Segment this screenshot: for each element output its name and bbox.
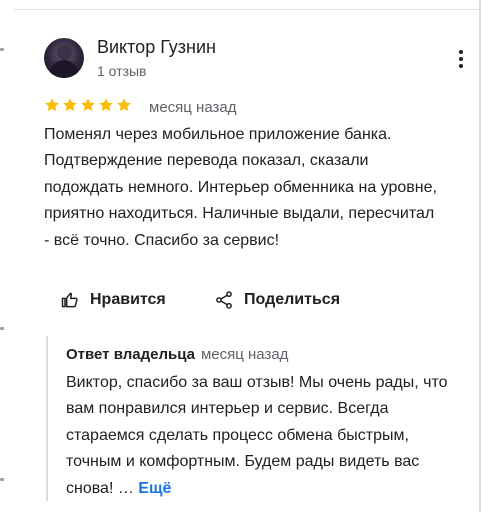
more-dot-icon — [459, 57, 463, 61]
owner-reply-header: Ответ владельца месяц назад — [66, 346, 288, 363]
share-label: Поделиться — [244, 291, 341, 308]
edge-mark — [0, 327, 4, 330]
edge-mark — [0, 478, 4, 481]
avatar[interactable] — [44, 38, 84, 78]
left-page-edge — [0, 0, 14, 512]
more-dot-icon — [459, 50, 463, 54]
star-icon — [99, 98, 113, 112]
star-icon — [45, 98, 59, 112]
owner-reply-body: Виктор, спасибо за ваш отзыв! Мы очень р… — [66, 374, 448, 497]
owner-reply-date: месяц назад — [200, 346, 289, 363]
star-icon — [63, 98, 77, 112]
read-more-link[interactable]: Ещё — [138, 480, 171, 497]
share-icon — [216, 291, 232, 309]
author-name[interactable]: Виктор Гузнин — [97, 37, 216, 58]
star-rating — [44, 97, 132, 113]
author-review-count: 1 отзыв — [97, 63, 147, 79]
review-text: Поменял через мобильное приложение банка… — [44, 126, 437, 249]
edge-mark — [0, 48, 4, 51]
like-label: Нравится — [90, 291, 166, 308]
star-icon — [81, 98, 95, 112]
more-options-button[interactable] — [452, 48, 470, 70]
like-button[interactable]: Нравится — [60, 286, 166, 314]
thumbs-up-icon — [61, 292, 78, 308]
owner-reply-title: Ответ владельца — [66, 346, 195, 363]
review-divider — [14, 9, 481, 10]
owner-reply: Ответ владельца месяц назад Виктор, спаси… — [46, 336, 466, 501]
more-dot-icon — [459, 64, 463, 68]
avatar-body — [50, 60, 78, 78]
share-button[interactable]: Поделиться — [214, 286, 340, 314]
star-icon — [117, 98, 131, 112]
avatar-head — [57, 45, 72, 60]
owner-reply-text: Виктор, спасибо за ваш отзыв! Мы очень р… — [66, 370, 456, 502]
review-date: месяц назад — [149, 99, 237, 116]
